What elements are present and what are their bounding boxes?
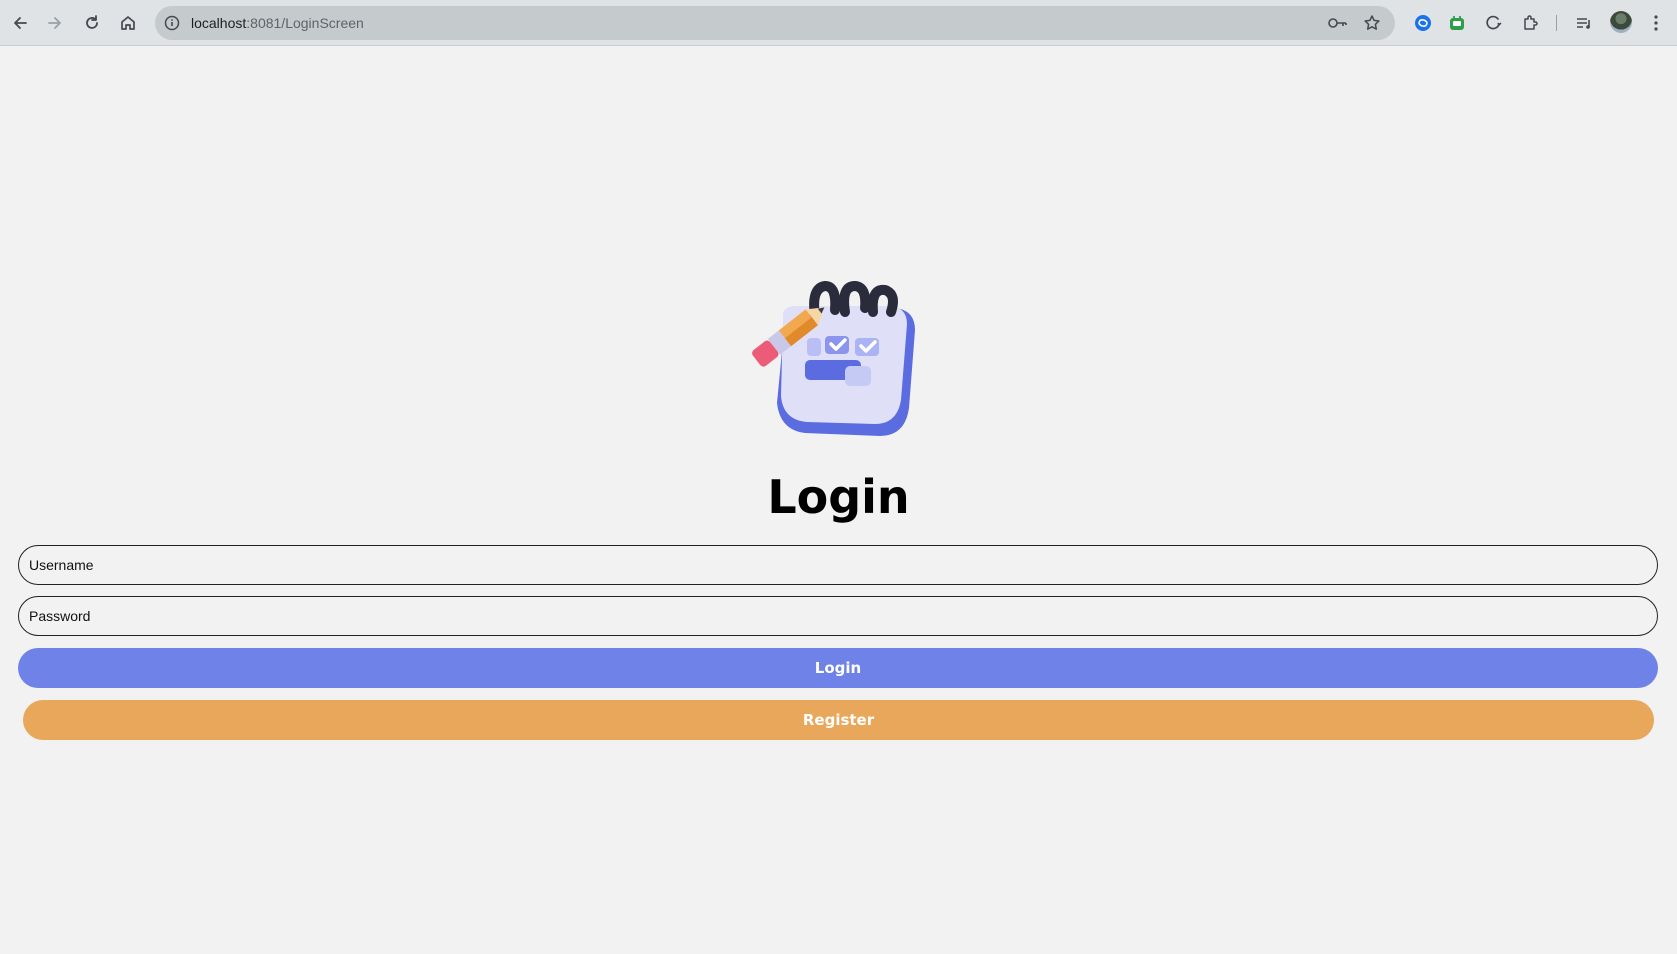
extension-green-icon[interactable] [1445,11,1469,35]
browser-toolbar: localhost:8081/LoginScreen [0,0,1677,46]
back-icon[interactable] [8,11,32,35]
media-control-icon[interactable] [1572,11,1596,35]
reload-icon[interactable] [80,11,104,35]
login-button-label: Login [814,659,862,677]
url-host: localhost [191,15,247,31]
site-info-icon[interactable] [162,13,182,33]
toolbar-divider [1556,15,1557,31]
login-button[interactable]: Login [18,648,1658,688]
profile-avatar[interactable] [1610,11,1632,33]
extension-refresh-icon[interactable] [1481,11,1505,35]
url-text[interactable]: localhost:8081/LoginScreen [191,6,364,40]
page-title: Login [767,470,910,524]
more-menu-icon[interactable] [1644,11,1668,35]
extension-blue-icon[interactable] [1411,11,1435,35]
password-key-icon[interactable] [1328,13,1348,33]
url-path: :8081/LoginScreen [246,15,364,31]
register-button-label: Register [802,711,875,729]
address-bar[interactable]: localhost:8081/LoginScreen [155,6,1395,40]
username-input[interactable] [18,545,1658,585]
bookmark-star-icon[interactable] [1362,13,1382,33]
register-button[interactable]: Register [23,700,1654,740]
extensions-puzzle-icon[interactable] [1519,11,1543,35]
forward-icon[interactable] [43,11,67,35]
home-icon[interactable] [116,11,140,35]
password-input[interactable] [18,596,1658,636]
calendar-pencil-logo [745,278,925,443]
